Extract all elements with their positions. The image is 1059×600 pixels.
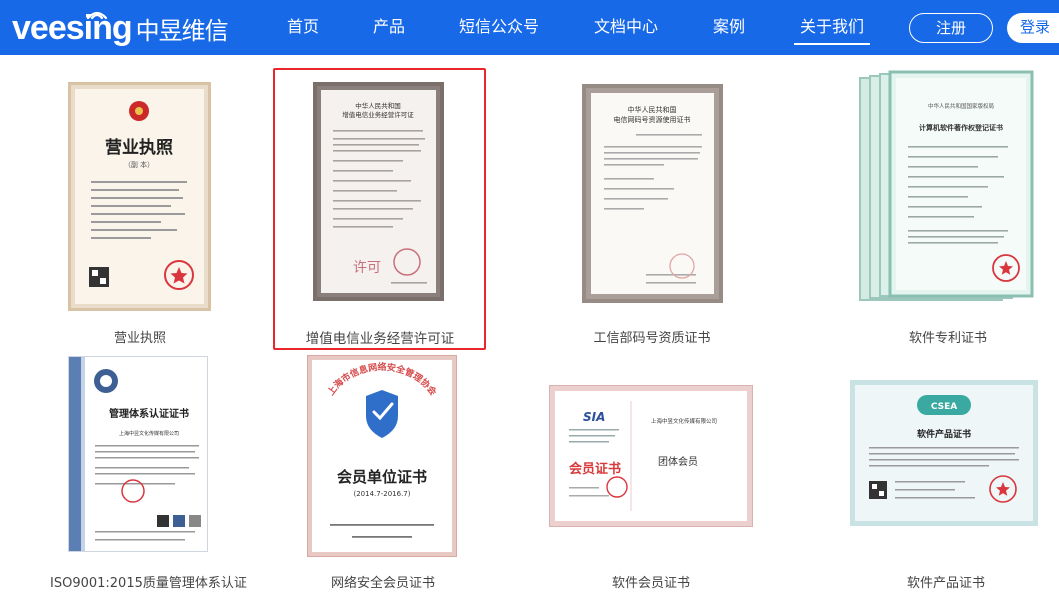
certificate-label: 软件会员证书 — [611, 576, 690, 591]
nav-item-products[interactable]: 产品 — [373, 16, 405, 38]
certificate-label: 软件产品证书 — [906, 576, 985, 591]
certificate-card-software-member[interactable]: SIA 会员证书 上海中昱文化传媒有限公司 团体会员 软件会员证书 — [546, 372, 756, 594]
qr-code — [869, 481, 887, 499]
svg-text:电信网码号资源使用证书: 电信网码号资源使用证书 — [614, 115, 691, 124]
svg-text:中华人民共和国国家版权局: 中华人民共和国国家版权局 — [928, 102, 994, 110]
qr-code — [157, 515, 169, 527]
register-button[interactable]: 注册 — [909, 13, 993, 43]
software-product-document: CSEA 软件产品证书 — [869, 395, 1019, 503]
official-seal — [606, 476, 628, 498]
svg-text:上海中昱文化传媒有限公司: 上海中昱文化传媒有限公司 — [119, 430, 179, 437]
certificate-label: 工信部码号资质证书 — [593, 331, 711, 346]
certificate-card-iso9001[interactable]: 管理体系认证证书 上海中昱文化传媒有限公司 ISO9001:2015质量管理体系… — [50, 352, 247, 594]
software-copyright-stack: 中华人民共和国国家版权局 计算机软件著作权登记证书 — [859, 70, 1034, 301]
svg-text:(2014.7-2016.7): (2014.7-2016.7) — [354, 490, 411, 498]
svg-text:CSEA: CSEA — [931, 402, 957, 412]
certificate-image: CSEA 软件产品证书 — [850, 380, 1038, 526]
software-member-document: SIA 会员证书 上海中昱文化传媒有限公司 团体会员 — [569, 401, 717, 511]
nav-item-cases[interactable]: 案例 — [713, 16, 745, 38]
certificate-image: 上海市信息网络安全管理协会 会员单位证书 (2014.7-2016.7) — [307, 355, 457, 557]
top-navigation-bar: veesing 中昱维信 首页 产品 短信公众号 文档中心 案例 关于我们 注册… — [0, 0, 1059, 55]
certificate-image: SIA 会员证书 上海中昱文化传媒有限公司 团体会员 — [549, 385, 753, 527]
certificate-label: ISO9001:2015质量管理体系认证 — [50, 576, 247, 591]
license-title: 营业执照 — [105, 137, 173, 158]
logo-chinese-text: 中昱维信 — [135, 16, 229, 45]
logo-latin-text: veesing — [12, 9, 133, 47]
certificate-card-software-copyright[interactable]: 中华人民共和国国家版权局 计算机软件著作权登记证书 软件专利证书 — [854, 70, 1042, 350]
association-logo: SIA — [583, 410, 605, 424]
svg-text:计算机软件著作权登记证书: 计算机软件著作权登记证书 — [919, 123, 1003, 132]
login-button[interactable]: 登录 — [1007, 13, 1059, 43]
svg-text:会员证书: 会员证书 — [569, 461, 621, 477]
network-security-document: 上海市信息网络安全管理协会 会员单位证书 (2014.7-2016.7) — [325, 361, 440, 538]
svg-text:中华人民共和国: 中华人民共和国 — [628, 105, 677, 114]
nav-item-docs[interactable]: 文档中心 — [594, 16, 658, 38]
nav-item-sms-account[interactable]: 短信公众号 — [459, 16, 539, 38]
business-license-document: 营业执照 （副 本） — [75, 89, 204, 304]
certificate-card-business-license[interactable]: 营业执照 （副 本） 营业执照 — [60, 74, 220, 350]
svg-text:管理体系认证证书: 管理体系认证证书 — [109, 407, 189, 420]
svg-text:软件产品证书: 软件产品证书 — [917, 428, 971, 440]
certificate-label: 网络安全会员证书 — [330, 576, 435, 591]
certificate-image: 营业执照 （副 本） — [68, 82, 211, 311]
certificate-card-software-product[interactable]: CSEA 软件产品证书 软件产品证书 — [846, 372, 1046, 594]
svg-text:团体会员: 团体会员 — [658, 455, 698, 468]
nav-item-about-us[interactable]: 关于我们 — [793, 16, 871, 45]
iso-certificate-document: 管理体系认证证书 上海中昱文化传媒有限公司 — [69, 357, 201, 551]
certificate-label: 软件专利证书 — [908, 331, 987, 346]
license-subtitle: （副 本） — [124, 160, 154, 169]
certificate-label: 营业执照 — [113, 331, 166, 346]
certificate-card-network-security[interactable]: 上海市信息网络安全管理协会 会员单位证书 (2014.7-2016.7) 网络安… — [300, 352, 466, 594]
selected-highlight-frame — [273, 68, 486, 350]
number-resource-document: 中华人民共和国 电信网码号资源使用证书 — [591, 93, 714, 294]
certificate-image: 中华人民共和国国家版权局 计算机软件著作权登记证书 — [858, 70, 1038, 306]
site-logo[interactable]: veesing 中昱维信 — [12, 8, 229, 48]
certificate-image: 中华人民共和国 电信网码号资源使用证书 — [582, 84, 723, 303]
nav-item-home[interactable]: 首页 — [287, 16, 319, 38]
certificate-card-number-resource[interactable]: 中华人民共和国 电信网码号资源使用证书 工信部码号资质证书 — [570, 74, 734, 350]
signal-icon — [86, 11, 108, 20]
svg-text:会员单位证书: 会员单位证书 — [337, 468, 427, 486]
svg-text:上海中昱文化传媒有限公司: 上海中昱文化传媒有限公司 — [651, 417, 717, 425]
certificate-image: 管理体系认证证书 上海中昱文化传媒有限公司 — [68, 356, 208, 552]
